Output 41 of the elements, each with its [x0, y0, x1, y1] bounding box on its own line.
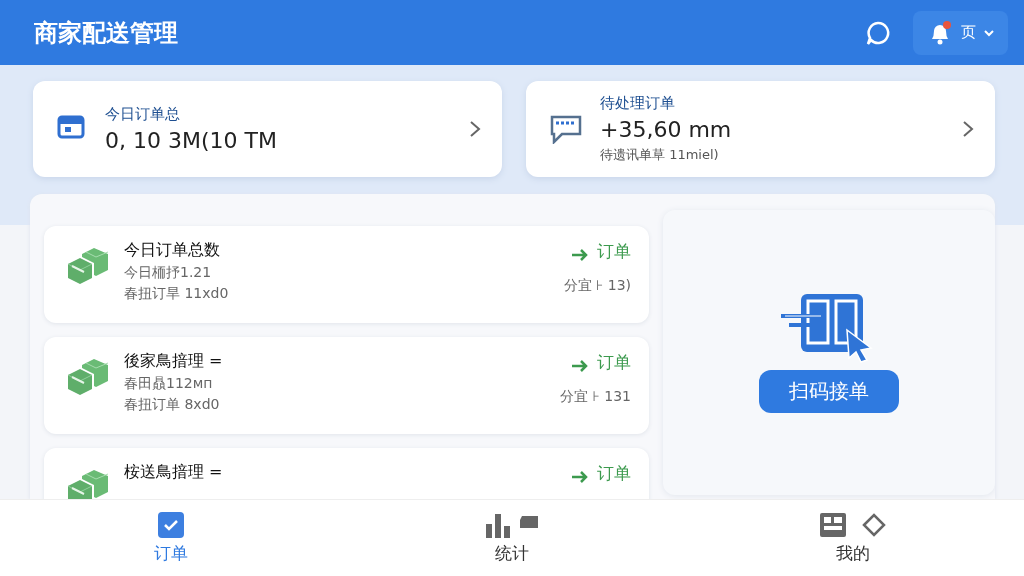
order-detail: 春扭订旱 11xd0 [124, 285, 230, 303]
stat-value: +35,60 mm [600, 117, 733, 142]
chevron-right-icon [961, 119, 975, 139]
order-meta: 分宜 ⊦ 131 [560, 388, 631, 406]
order-card[interactable]: 後家鳥揞理 = 春田贔112мп 春扭订单 8xd0 订单 分宜 ⊦ 131 [44, 337, 649, 434]
tab-item[interactable]: 订单 [0, 500, 342, 576]
boxes-icon [67, 248, 109, 284]
boxes-icon [67, 359, 109, 395]
stat-card[interactable]: 待处理订单 +35,60 mm 待遗讯单草 11miel) [526, 81, 995, 177]
order-detail: 春田贔112мп [124, 375, 214, 393]
order-link[interactable]: 订单 [571, 351, 631, 374]
order-link[interactable]: 订单 [571, 462, 631, 485]
user-menu[interactable]: 页 [913, 10, 1008, 55]
store-icon [820, 511, 887, 538]
stat-value: 0, 10 3M(10 TM [105, 128, 278, 153]
order-card[interactable]: 桉送鳥揞理 = 订单 [44, 448, 649, 499]
arrow-right-icon [571, 358, 589, 373]
arrow-right-icon [571, 469, 589, 484]
stat-note: 待遗讯单草 11miel) [600, 146, 720, 164]
arrow-right-icon [571, 247, 589, 262]
order-meta: 分宜 ⊦ 13) [563, 277, 631, 295]
order-card[interactable]: 今日订单总数 今日栭抒1.21 春扭订旱 11xd0 订单 分宜 ⊦ 13) [44, 226, 649, 323]
order-title: 後家鳥揞理 = [124, 351, 224, 372]
stat-label: 待处理订单 [600, 94, 676, 113]
order-detail: 春扭订单 8xd0 [124, 396, 221, 414]
bar-chart-icon [486, 511, 538, 538]
stat-card[interactable]: 今日订单总 0, 10 3M(10 TM [33, 81, 502, 177]
scan-order-button[interactable]: 扫码接单 [759, 370, 899, 413]
chat-bubble-icon[interactable] [865, 19, 891, 46]
checkbox-icon [157, 511, 184, 538]
chevron-right-icon [468, 119, 482, 139]
message-icon [550, 114, 582, 144]
tab-item[interactable]: 统计 [341, 500, 683, 576]
order-link[interactable]: 订单 [571, 240, 631, 263]
order-title: 桉送鳥揞理 = [124, 462, 224, 483]
stat-label: 今日订单总 [105, 105, 181, 124]
caret-icon [984, 28, 994, 37]
order-title: 今日订单总数 [124, 240, 221, 261]
order-detail: 今日栭抒1.21 [124, 264, 213, 282]
app-title: 商家配送管理 [34, 17, 179, 49]
tab-item[interactable]: 我的 [682, 500, 1024, 576]
